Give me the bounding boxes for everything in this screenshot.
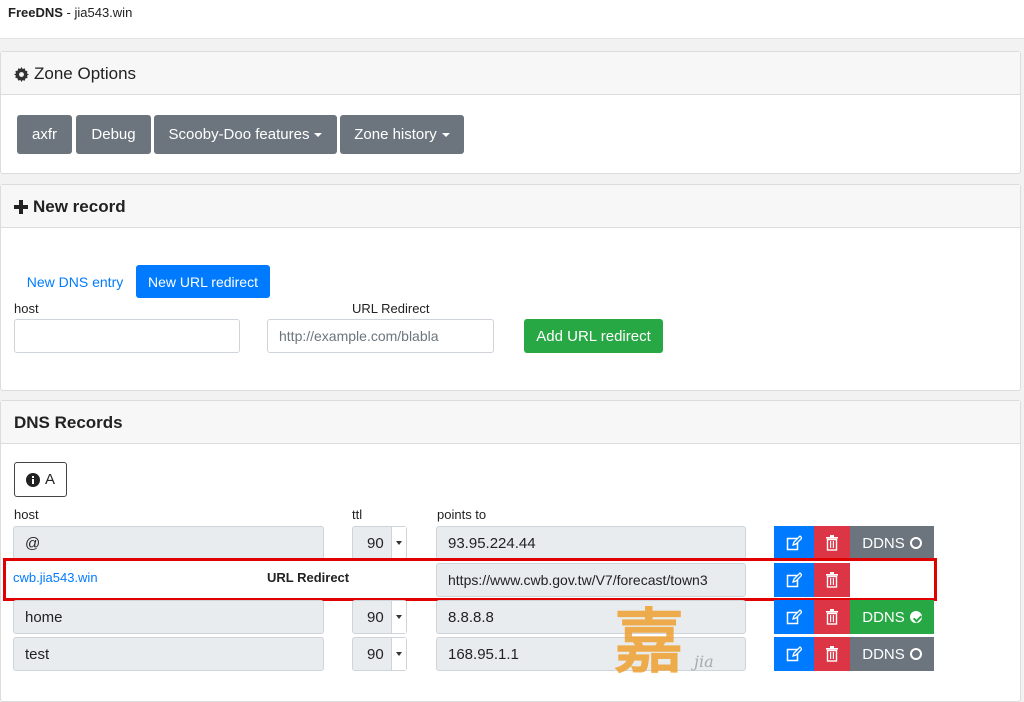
- check-circle-icon: [909, 611, 922, 623]
- brand-name: FreeDNS: [8, 5, 63, 20]
- zone-options-title: Zone Options: [14, 64, 136, 84]
- ttl-value: 90: [367, 645, 384, 663]
- column-ttl: ttl: [352, 507, 363, 522]
- circle-icon: [909, 648, 922, 660]
- axfr-label: axfr: [31, 126, 57, 143]
- ttl-select[interactable]: 90: [352, 600, 407, 634]
- ttl-select[interactable]: 90: [352, 526, 407, 560]
- watermark-logo: 嘉 jia: [610, 602, 740, 694]
- scooby-label: Scooby-Doo features: [168, 126, 310, 143]
- delete-button[interactable]: [814, 637, 850, 671]
- new-record-label: New record: [33, 197, 126, 216]
- axfr-button[interactable]: axfr: [17, 115, 72, 154]
- dns-records-title: DNS Records: [14, 413, 123, 432]
- watermark-char: 嘉: [614, 600, 684, 683]
- chevron-down-icon: [391, 638, 406, 670]
- tab-new-dns-entry-label: New DNS entry: [26, 273, 124, 290]
- edit-icon: [786, 646, 802, 662]
- new-record-header: New record: [1, 185, 1020, 228]
- edit-icon: [786, 609, 802, 625]
- chevron-down-icon: [314, 132, 323, 137]
- ddns-toggle[interactable]: DDNS: [850, 600, 934, 634]
- tab-new-dns-entry[interactable]: New DNS entry: [19, 265, 131, 298]
- plus-icon: [14, 200, 28, 214]
- ttl-value: 90: [367, 608, 384, 626]
- zone-domain: jia543.win: [74, 5, 133, 20]
- delete-button[interactable]: [814, 526, 850, 560]
- trash-icon: [826, 646, 838, 662]
- edit-icon: [786, 535, 802, 551]
- watermark-latin: jia: [694, 652, 714, 671]
- add-url-redirect-button[interactable]: Add URL redirect: [524, 319, 663, 353]
- edit-button[interactable]: [774, 637, 814, 671]
- app-title: FreeDNS - jia543.win: [8, 5, 132, 20]
- url-redirect-input[interactable]: http://example.com/blabla: [267, 319, 494, 353]
- tab-new-url-redirect[interactable]: New URL redirect: [136, 265, 270, 298]
- ttl-select[interactable]: 90: [352, 637, 407, 671]
- gear-icon: [14, 66, 29, 82]
- delete-button[interactable]: [814, 600, 850, 634]
- scooby-doo-features-dropdown[interactable]: Scooby-Doo features: [154, 115, 337, 154]
- column-host: host: [14, 507, 39, 522]
- ddns-toggle[interactable]: DDNS: [850, 526, 934, 560]
- points-to-field[interactable]: 93.95.224.44: [436, 526, 746, 560]
- edit-button[interactable]: [774, 526, 814, 560]
- ddns-label: DDNS: [862, 534, 905, 552]
- record-type-label: A: [44, 471, 55, 488]
- chevron-down-icon: [391, 601, 406, 633]
- zone-options-card: Zone Options axfr Debug Scooby-Doo featu…: [0, 51, 1021, 174]
- ddns-toggle[interactable]: DDNS: [850, 637, 934, 671]
- add-url-redirect-label: Add URL redirect: [536, 327, 651, 345]
- record-type-filter-button[interactable]: A: [14, 462, 67, 497]
- ddns-label: DDNS: [862, 608, 905, 626]
- debug-button[interactable]: Debug: [76, 115, 151, 154]
- title-separator: -: [62, 5, 75, 20]
- host-label: host: [14, 301, 39, 316]
- dns-records-header: DNS Records: [1, 401, 1020, 444]
- url-redirect-label: URL Redirect: [352, 301, 430, 316]
- new-record-title: New record: [14, 197, 126, 217]
- ddns-label: DDNS: [862, 645, 905, 663]
- tab-new-url-redirect-label: New URL redirect: [148, 273, 258, 290]
- record-host-field[interactable]: @: [13, 526, 324, 560]
- new-record-card: New record New DNS entry New URL redirec…: [0, 184, 1021, 391]
- record-host-field[interactable]: test: [13, 637, 324, 671]
- debug-label: Debug: [91, 126, 136, 143]
- chevron-down-icon: [441, 132, 450, 137]
- top-bar: FreeDNS - jia543.win: [0, 0, 1024, 39]
- trash-icon: [826, 535, 838, 551]
- trash-icon: [826, 609, 838, 625]
- zone-options-header: Zone Options: [1, 52, 1020, 95]
- ttl-value: 90: [367, 534, 384, 552]
- host-input[interactable]: [14, 319, 240, 353]
- chevron-down-icon: [391, 527, 406, 559]
- info-icon: [25, 472, 40, 487]
- column-points-to: points to: [437, 507, 487, 522]
- edit-button[interactable]: [774, 600, 814, 634]
- circle-icon: [909, 537, 922, 549]
- zone-history-dropdown[interactable]: Zone history: [340, 115, 464, 154]
- record-host-field[interactable]: home: [13, 600, 324, 634]
- highlight-box: [3, 558, 937, 601]
- zone-options-label: Zone Options: [34, 64, 137, 83]
- zone-history-label: Zone history: [354, 126, 437, 143]
